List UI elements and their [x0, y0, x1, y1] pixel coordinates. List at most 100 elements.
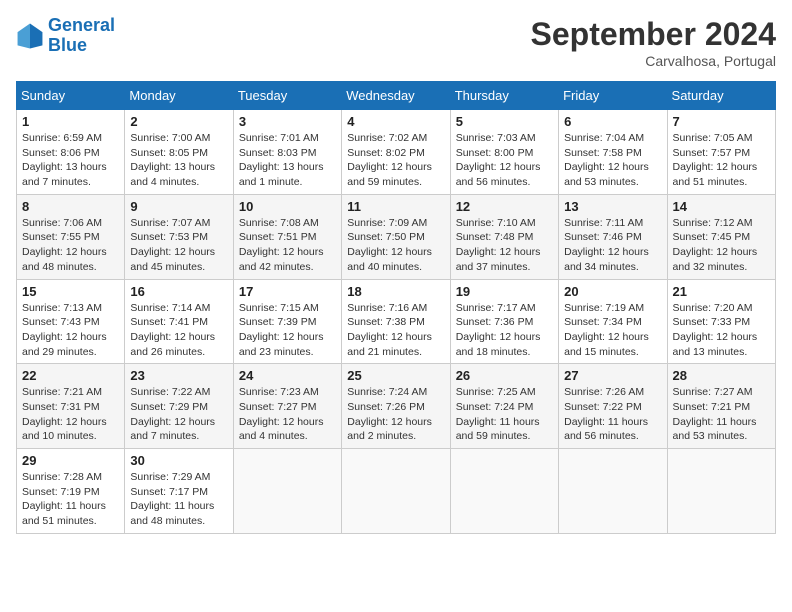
page-header: General Blue September 2024 Carvalhosa, …: [16, 16, 776, 69]
day-info: Sunrise: 7:21 AM Sunset: 7:31 PM Dayligh…: [22, 385, 119, 444]
calendar-cell: 15 Sunrise: 7:13 AM Sunset: 7:43 PM Dayli…: [17, 279, 125, 364]
day-number: 3: [239, 114, 336, 129]
day-info: Sunrise: 7:22 AM Sunset: 7:29 PM Dayligh…: [130, 385, 227, 444]
day-info: Sunrise: 7:00 AM Sunset: 8:05 PM Dayligh…: [130, 131, 227, 190]
day-info: Sunrise: 7:27 AM Sunset: 7:21 PM Dayligh…: [673, 385, 770, 444]
calendar-cell: 25 Sunrise: 7:24 AM Sunset: 7:26 PM Dayli…: [342, 364, 450, 449]
day-info: Sunrise: 7:24 AM Sunset: 7:26 PM Dayligh…: [347, 385, 444, 444]
day-info: Sunrise: 7:07 AM Sunset: 7:53 PM Dayligh…: [130, 216, 227, 275]
day-info: Sunrise: 7:20 AM Sunset: 7:33 PM Dayligh…: [673, 301, 770, 360]
calendar-cell: 6 Sunrise: 7:04 AM Sunset: 7:58 PM Daylig…: [559, 110, 667, 195]
day-info: Sunrise: 7:08 AM Sunset: 7:51 PM Dayligh…: [239, 216, 336, 275]
day-info: Sunrise: 7:06 AM Sunset: 7:55 PM Dayligh…: [22, 216, 119, 275]
calendar-cell: 19Sunrise: 7:17 AM Sunset: 7:36 PM Dayli…: [450, 279, 558, 364]
day-number: 21: [673, 284, 770, 299]
calendar-cell: 11Sunrise: 7:09 AM Sunset: 7:50 PM Dayli…: [342, 194, 450, 279]
day-header-saturday: Saturday: [667, 82, 775, 110]
calendar-cell: 20 Sunrise: 7:19 AM Sunset: 7:34 PM Dayli…: [559, 279, 667, 364]
day-info: Sunrise: 6:59 AM Sunset: 8:06 PM Dayligh…: [22, 131, 119, 190]
day-info: Sunrise: 7:09 AM Sunset: 7:50 PM Dayligh…: [347, 216, 444, 275]
day-number: 28: [673, 368, 770, 383]
calendar-cell: 22 Sunrise: 7:21 AM Sunset: 7:31 PM Dayli…: [17, 364, 125, 449]
calendar-cell: 27Sunrise: 7:26 AM Sunset: 7:22 PM Dayli…: [559, 364, 667, 449]
calendar-cell: 28 Sunrise: 7:27 AM Sunset: 7:21 PM Dayli…: [667, 364, 775, 449]
calendar-cell: 30 Sunrise: 7:29 AM Sunset: 7:17 PM Dayli…: [125, 449, 233, 534]
day-info: Sunrise: 7:29 AM Sunset: 7:17 PM Dayligh…: [130, 470, 227, 529]
calendar-cell: 23 Sunrise: 7:22 AM Sunset: 7:29 PM Dayli…: [125, 364, 233, 449]
day-header-monday: Monday: [125, 82, 233, 110]
day-number: 30: [130, 453, 227, 468]
day-info: Sunrise: 7:01 AM Sunset: 8:03 PM Dayligh…: [239, 131, 336, 190]
calendar-cell: [342, 449, 450, 534]
day-number: 29: [22, 453, 119, 468]
day-number: 22: [22, 368, 119, 383]
calendar-week-5: 29 Sunrise: 7:28 AM Sunset: 7:19 PM Dayli…: [17, 449, 776, 534]
day-number: 7: [673, 114, 770, 129]
day-info: Sunrise: 7:02 AM Sunset: 8:02 PM Dayligh…: [347, 131, 444, 190]
calendar-cell: 24Sunrise: 7:23 AM Sunset: 7:27 PM Dayli…: [233, 364, 341, 449]
day-number: 4: [347, 114, 444, 129]
calendar-cell: 16 Sunrise: 7:14 AM Sunset: 7:41 PM Dayli…: [125, 279, 233, 364]
day-header-friday: Friday: [559, 82, 667, 110]
calendar-cell: 8 Sunrise: 7:06 AM Sunset: 7:55 PM Daylig…: [17, 194, 125, 279]
calendar-cell: 18Sunrise: 7:16 AM Sunset: 7:38 PM Dayli…: [342, 279, 450, 364]
day-number: 25: [347, 368, 444, 383]
day-number: 16: [130, 284, 227, 299]
day-info: Sunrise: 7:15 AM Sunset: 7:39 PM Dayligh…: [239, 301, 336, 360]
calendar-cell: 5 Sunrise: 7:03 AM Sunset: 8:00 PM Daylig…: [450, 110, 558, 195]
day-info: Sunrise: 7:10 AM Sunset: 7:48 PM Dayligh…: [456, 216, 553, 275]
day-info: Sunrise: 7:04 AM Sunset: 7:58 PM Dayligh…: [564, 131, 661, 190]
day-number: 13: [564, 199, 661, 214]
calendar-week-4: 22 Sunrise: 7:21 AM Sunset: 7:31 PM Dayli…: [17, 364, 776, 449]
day-info: Sunrise: 7:13 AM Sunset: 7:43 PM Dayligh…: [22, 301, 119, 360]
day-header-wednesday: Wednesday: [342, 82, 450, 110]
day-number: 12: [456, 199, 553, 214]
day-info: Sunrise: 7:23 AM Sunset: 7:27 PM Dayligh…: [239, 385, 336, 444]
day-number: 19: [456, 284, 553, 299]
day-info: Sunrise: 7:03 AM Sunset: 8:00 PM Dayligh…: [456, 131, 553, 190]
day-info: Sunrise: 7:19 AM Sunset: 7:34 PM Dayligh…: [564, 301, 661, 360]
day-number: 5: [456, 114, 553, 129]
day-info: Sunrise: 7:05 AM Sunset: 7:57 PM Dayligh…: [673, 131, 770, 190]
day-number: 2: [130, 114, 227, 129]
title-block: September 2024 Carvalhosa, Portugal: [531, 16, 776, 69]
day-number: 15: [22, 284, 119, 299]
day-number: 6: [564, 114, 661, 129]
calendar-cell: 10 Sunrise: 7:08 AM Sunset: 7:51 PM Dayli…: [233, 194, 341, 279]
calendar-cell: 3 Sunrise: 7:01 AM Sunset: 8:03 PM Daylig…: [233, 110, 341, 195]
location: Carvalhosa, Portugal: [531, 53, 776, 69]
calendar-cell: [559, 449, 667, 534]
calendar-cell: 12 Sunrise: 7:10 AM Sunset: 7:48 PM Dayli…: [450, 194, 558, 279]
day-number: 18: [347, 284, 444, 299]
day-number: 20: [564, 284, 661, 299]
calendar-cell: 9 Sunrise: 7:07 AM Sunset: 7:53 PM Daylig…: [125, 194, 233, 279]
day-number: 9: [130, 199, 227, 214]
day-number: 10: [239, 199, 336, 214]
calendar-cell: 1 Sunrise: 6:59 AM Sunset: 8:06 PM Daylig…: [17, 110, 125, 195]
day-number: 8: [22, 199, 119, 214]
calendar-cell: 26Sunrise: 7:25 AM Sunset: 7:24 PM Dayli…: [450, 364, 558, 449]
calendar-week-2: 8 Sunrise: 7:06 AM Sunset: 7:55 PM Daylig…: [17, 194, 776, 279]
day-number: 23: [130, 368, 227, 383]
calendar-cell: 4 Sunrise: 7:02 AM Sunset: 8:02 PM Daylig…: [342, 110, 450, 195]
calendar-cell: [233, 449, 341, 534]
day-info: Sunrise: 7:11 AM Sunset: 7:46 PM Dayligh…: [564, 216, 661, 275]
day-number: 17: [239, 284, 336, 299]
calendar-cell: [450, 449, 558, 534]
day-number: 1: [22, 114, 119, 129]
calendar-body: 1 Sunrise: 6:59 AM Sunset: 8:06 PM Daylig…: [17, 110, 776, 534]
calendar-cell: 21 Sunrise: 7:20 AM Sunset: 7:33 PM Dayli…: [667, 279, 775, 364]
calendar-cell: 13 Sunrise: 7:11 AM Sunset: 7:46 PM Dayli…: [559, 194, 667, 279]
day-header-thursday: Thursday: [450, 82, 558, 110]
calendar-cell: [667, 449, 775, 534]
day-info: Sunrise: 7:14 AM Sunset: 7:41 PM Dayligh…: [130, 301, 227, 360]
day-number: 26: [456, 368, 553, 383]
calendar-header-row: SundayMondayTuesdayWednesdayThursdayFrid…: [17, 82, 776, 110]
logo-text: General Blue: [48, 16, 115, 56]
day-info: Sunrise: 7:28 AM Sunset: 7:19 PM Dayligh…: [22, 470, 119, 529]
calendar-cell: 29 Sunrise: 7:28 AM Sunset: 7:19 PM Dayli…: [17, 449, 125, 534]
day-number: 27: [564, 368, 661, 383]
day-info: Sunrise: 7:12 AM Sunset: 7:45 PM Dayligh…: [673, 216, 770, 275]
logo-icon: [16, 22, 44, 50]
day-header-tuesday: Tuesday: [233, 82, 341, 110]
